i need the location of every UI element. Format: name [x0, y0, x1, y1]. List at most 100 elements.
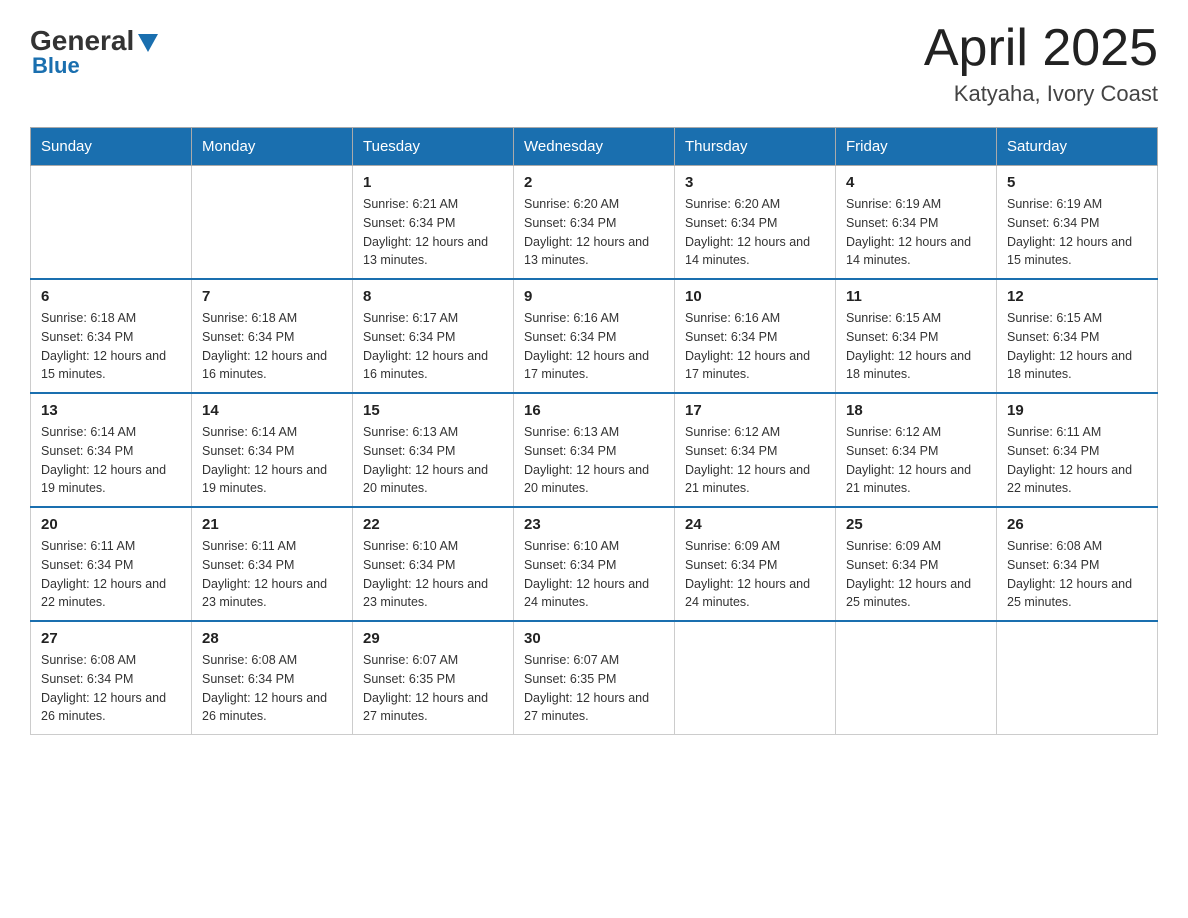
day-info: Sunrise: 6:08 AMSunset: 6:34 PMDaylight:… [1007, 537, 1147, 612]
sunset-text: Sunset: 6:34 PM [685, 442, 825, 461]
day-header-friday: Friday [836, 128, 997, 166]
daylight-text: Daylight: 12 hours and 24 minutes. [524, 575, 664, 613]
sunset-text: Sunset: 6:34 PM [1007, 556, 1147, 575]
day-number: 6 [41, 288, 181, 305]
daylight-text: Daylight: 12 hours and 21 minutes. [846, 461, 986, 499]
sunset-text: Sunset: 6:34 PM [363, 556, 503, 575]
calendar-cell: 9Sunrise: 6:16 AMSunset: 6:34 PMDaylight… [514, 279, 675, 393]
calendar-cell: 27Sunrise: 6:08 AMSunset: 6:34 PMDayligh… [31, 621, 192, 735]
daylight-text: Daylight: 12 hours and 27 minutes. [363, 689, 503, 727]
day-info: Sunrise: 6:20 AMSunset: 6:34 PMDaylight:… [685, 195, 825, 270]
day-info: Sunrise: 6:21 AMSunset: 6:34 PMDaylight:… [363, 195, 503, 270]
calendar-week-row: 6Sunrise: 6:18 AMSunset: 6:34 PMDaylight… [31, 279, 1158, 393]
calendar-cell: 2Sunrise: 6:20 AMSunset: 6:34 PMDaylight… [514, 166, 675, 280]
day-number: 1 [363, 174, 503, 191]
calendar-week-row: 20Sunrise: 6:11 AMSunset: 6:34 PMDayligh… [31, 507, 1158, 621]
sunrise-text: Sunrise: 6:17 AM [363, 309, 503, 328]
day-info: Sunrise: 6:12 AMSunset: 6:34 PMDaylight:… [685, 423, 825, 498]
sunrise-text: Sunrise: 6:11 AM [1007, 423, 1147, 442]
calendar-cell: 18 Sunrise: 6:12 AMSunset: 6:34 PMDayligh… [836, 393, 997, 507]
sunset-text: Sunset: 6:34 PM [202, 670, 342, 689]
day-number: 19 [1007, 402, 1147, 419]
day-number: 21 [202, 516, 342, 533]
day-info: Sunrise: 6:14 AMSunset: 6:34 PMDaylight:… [41, 423, 181, 498]
calendar-cell [675, 621, 836, 735]
calendar-cell: 3Sunrise: 6:20 AMSunset: 6:34 PMDaylight… [675, 166, 836, 280]
day-info: Sunrise: 6:19 AMSunset: 6:34 PMDaylight:… [846, 195, 986, 270]
sunset-text: Sunset: 6:34 PM [202, 328, 342, 347]
sunrise-text: Sunrise: 6:07 AM [524, 651, 664, 670]
sunset-text: Sunset: 6:34 PM [202, 442, 342, 461]
day-number: 10 [685, 288, 825, 305]
sunset-text: Sunset: 6:34 PM [846, 556, 986, 575]
sunrise-text: Sunrise: 6:09 AM [685, 537, 825, 556]
day-info: Sunrise: 6:09 AMSunset: 6:34 PMDaylight:… [846, 537, 986, 612]
day-info: Sunrise: 6:09 AMSunset: 6:34 PMDaylight:… [685, 537, 825, 612]
daylight-text: Daylight: 12 hours and 20 minutes. [363, 461, 503, 499]
calendar-cell: 19Sunrise: 6:11 AMSunset: 6:34 PMDayligh… [997, 393, 1158, 507]
calendar-cell: 24Sunrise: 6:09 AMSunset: 6:34 PMDayligh… [675, 507, 836, 621]
sunrise-text: Sunrise: 6:20 AM [685, 195, 825, 214]
calendar-cell: 5Sunrise: 6:19 AMSunset: 6:34 PMDaylight… [997, 166, 1158, 280]
calendar-cell: 4Sunrise: 6:19 AMSunset: 6:34 PMDaylight… [836, 166, 997, 280]
day-number: 14 [202, 402, 342, 419]
daylight-text: Daylight: 12 hours and 18 minutes. [1007, 347, 1147, 385]
logo: General Blue [30, 20, 158, 79]
calendar-cell: 16Sunrise: 6:13 AMSunset: 6:34 PMDayligh… [514, 393, 675, 507]
daylight-text: Daylight: 12 hours and 16 minutes. [363, 347, 503, 385]
calendar-cell [836, 621, 997, 735]
day-info: Sunrise: 6:18 AMSunset: 6:34 PMDaylight:… [202, 309, 342, 384]
day-number: 17 [685, 402, 825, 419]
sunset-text: Sunset: 6:34 PM [846, 442, 986, 461]
calendar-cell: 15Sunrise: 6:13 AMSunset: 6:34 PMDayligh… [353, 393, 514, 507]
day-info: Sunrise: 6:14 AMSunset: 6:34 PMDaylight:… [202, 423, 342, 498]
calendar-cell: 13 Sunrise: 6:14 AMSunset: 6:34 PMDayligh… [31, 393, 192, 507]
day-info: Sunrise: 6:12 AMSunset: 6:34 PMDaylight:… [846, 423, 986, 498]
sunrise-text: Sunrise: 6:21 AM [363, 195, 503, 214]
day-info: Sunrise: 6:11 AMSunset: 6:34 PMDaylight:… [202, 537, 342, 612]
sunrise-text: Sunrise: 6:19 AM [1007, 195, 1147, 214]
day-number: 26 [1007, 516, 1147, 533]
sunset-text: Sunset: 6:34 PM [685, 214, 825, 233]
sunrise-text: Sunrise: 6:13 AM [363, 423, 503, 442]
daylight-text: Daylight: 12 hours and 24 minutes. [685, 575, 825, 613]
calendar-cell [997, 621, 1158, 735]
calendar-cell: 1 Sunrise: 6:21 AMSunset: 6:34 PMDaylight… [353, 166, 514, 280]
sunrise-text: Sunrise: 6:08 AM [202, 651, 342, 670]
sunset-text: Sunset: 6:34 PM [524, 214, 664, 233]
day-info: Sunrise: 6:16 AMSunset: 6:34 PMDaylight:… [524, 309, 664, 384]
sunrise-text: Sunrise: 6:09 AM [846, 537, 986, 556]
day-info: Sunrise: 6:15 AMSunset: 6:34 PMDaylight:… [1007, 309, 1147, 384]
day-number: 18 [846, 402, 986, 419]
day-header-monday: Monday [192, 128, 353, 166]
sunrise-text: Sunrise: 6:11 AM [41, 537, 181, 556]
daylight-text: Daylight: 12 hours and 23 minutes. [202, 575, 342, 613]
daylight-text: Daylight: 12 hours and 21 minutes. [685, 461, 825, 499]
sunrise-text: Sunrise: 6:18 AM [202, 309, 342, 328]
sunset-text: Sunset: 6:34 PM [524, 556, 664, 575]
day-number: 29 [363, 630, 503, 647]
sunrise-text: Sunrise: 6:12 AM [846, 423, 986, 442]
calendar-cell: 26 Sunrise: 6:08 AMSunset: 6:34 PMDayligh… [997, 507, 1158, 621]
day-info: Sunrise: 6:07 AMSunset: 6:35 PMDaylight:… [363, 651, 503, 726]
day-number: 7 [202, 288, 342, 305]
sunrise-text: Sunrise: 6:20 AM [524, 195, 664, 214]
daylight-text: Daylight: 12 hours and 19 minutes. [202, 461, 342, 499]
calendar-cell: 7 Sunrise: 6:18 AMSunset: 6:34 PMDaylight… [192, 279, 353, 393]
daylight-text: Daylight: 12 hours and 26 minutes. [202, 689, 342, 727]
sunrise-text: Sunrise: 6:15 AM [1007, 309, 1147, 328]
sunset-text: Sunset: 6:34 PM [685, 556, 825, 575]
sunrise-text: Sunrise: 6:19 AM [846, 195, 986, 214]
sunset-text: Sunset: 6:35 PM [524, 670, 664, 689]
sunrise-text: Sunrise: 6:08 AM [41, 651, 181, 670]
day-header-sunday: Sunday [31, 128, 192, 166]
day-number: 5 [1007, 174, 1147, 191]
sunset-text: Sunset: 6:35 PM [363, 670, 503, 689]
daylight-text: Daylight: 12 hours and 14 minutes. [846, 233, 986, 271]
day-number: 13 [41, 402, 181, 419]
calendar-cell: 6Sunrise: 6:18 AMSunset: 6:34 PMDaylight… [31, 279, 192, 393]
sunset-text: Sunset: 6:34 PM [846, 214, 986, 233]
calendar-cell: 25Sunrise: 6:09 AMSunset: 6:34 PMDayligh… [836, 507, 997, 621]
day-number: 22 [363, 516, 503, 533]
daylight-text: Daylight: 12 hours and 22 minutes. [41, 575, 181, 613]
